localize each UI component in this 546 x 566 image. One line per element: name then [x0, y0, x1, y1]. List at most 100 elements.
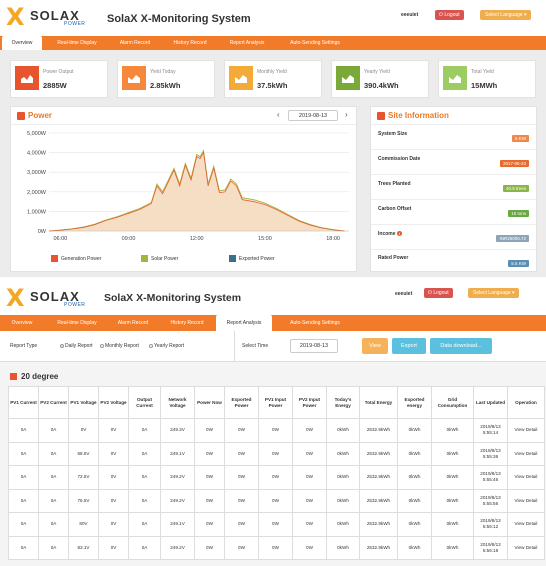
logout-label: Logout — [433, 290, 449, 296]
table-cell: 0W — [194, 441, 225, 466]
card-total-yield: Total Yield 15MWh — [438, 60, 536, 98]
tab-history-record[interactable]: History Record — [166, 36, 214, 50]
table-cell: 0A — [8, 441, 39, 466]
table-cell: 0A — [128, 512, 161, 537]
table-cell: 0W — [224, 512, 259, 537]
radio-monthly-report[interactable]: Monthly Report — [100, 343, 139, 349]
export-button[interactable]: Export — [392, 338, 426, 354]
table-cell: 83.1V — [68, 535, 99, 560]
radio-daily-report[interactable]: Daily Report — [60, 343, 93, 349]
col-header: PV2 Input Power — [292, 386, 327, 419]
table-cell: 0W — [194, 535, 225, 560]
table-cell: 0A — [128, 441, 161, 466]
tab-realtime-display[interactable]: Real-time Display — [48, 315, 106, 331]
solax-logo: X SOLAX POWER — [6, 285, 94, 313]
table-cell: 0A — [38, 465, 69, 490]
tab-overview[interactable]: Overview — [2, 315, 42, 331]
report-title: 20 degree — [10, 372, 58, 381]
site-info-key: System Size — [378, 131, 408, 137]
table-cell: 0kWh — [326, 512, 360, 537]
radio-dot — [149, 343, 153, 348]
site-info-row: Carbon Offset 15 tons — [371, 200, 536, 225]
card-label: Yield Today — [150, 69, 176, 75]
site-info-badge: 2017-05-23 — [499, 160, 529, 167]
report-date-input[interactable]: 2019-08-13 — [290, 339, 338, 353]
view-detail-link[interactable]: View Detail — [507, 441, 545, 466]
view-detail-link[interactable]: View Detail — [507, 465, 545, 490]
table-cell: 0kWh — [397, 418, 432, 443]
view-detail-link[interactable]: View Detail — [507, 512, 545, 537]
language-label: Select Language — [473, 290, 511, 296]
language-select-button[interactable]: Select Language ▾ — [468, 288, 520, 298]
table-cell: 0A — [38, 535, 69, 560]
x-tick-label: 12:00 — [190, 236, 204, 242]
chevron-left-icon[interactable]: ‹ — [277, 110, 280, 119]
radio-label: Daily Report — [65, 343, 93, 349]
table-cell: 0W — [224, 465, 259, 490]
report-screen: X SOLAX POWER SolaX X-Monitoring System … — [0, 281, 546, 566]
table-cell: 2532.9kWh — [359, 418, 398, 443]
table-cell: 2532.9kWh — [359, 465, 398, 490]
header: X SOLAX POWER SolaX X-Monitoring System … — [0, 0, 546, 36]
table-cell: 0W — [258, 465, 293, 490]
table-cell: 0kWh — [431, 465, 474, 490]
table-cell: 0W — [194, 488, 225, 513]
tab-overview[interactable]: Overview — [2, 36, 42, 50]
table-cell: 0W — [258, 535, 293, 560]
report-filter-bar: Report Type Daily Report Monthly Report … — [0, 331, 546, 362]
legend-swatch — [141, 255, 148, 262]
legend-generation-power[interactable]: Generation Power — [51, 255, 101, 262]
radio-label: Monthly Report — [105, 343, 139, 349]
info-icon[interactable]: i — [396, 231, 402, 236]
tab-history-record[interactable]: History Record — [163, 315, 211, 331]
table-cell: 0kWh — [326, 465, 360, 490]
logout-button[interactable]: ⏻ Logout — [435, 10, 464, 20]
tab-auto-sending-settings[interactable]: Auto-Sending Settings — [280, 315, 350, 331]
x-tick-label: 09:00 — [122, 236, 136, 242]
tab-auto-sending-settings[interactable]: Auto-Sending Settings — [280, 36, 350, 50]
card-value: 15MWh — [471, 81, 498, 90]
y-tick-label: 4,000W — [27, 151, 47, 157]
site-info-key: Commission Date — [378, 156, 421, 162]
logout-button[interactable]: ⏻ Logout — [424, 288, 453, 298]
chevron-right-icon[interactable]: › — [345, 110, 348, 119]
username: eeeuiet — [401, 12, 419, 18]
power-panel: Power ‹ 2019-08-13 › 0W 1,000W 2,000W 3,000… — [10, 106, 357, 272]
col-header: Operation — [507, 386, 545, 419]
solax-logo: X SOLAX POWER — [6, 4, 94, 32]
table-cell: 0W — [292, 512, 327, 537]
table-row: 0A 0A 0V 0V 0A 249.3V 0W 0W 0W 0W 0kWh 2532.9kWh 0kW… — [8, 418, 545, 443]
power-date-input[interactable]: 2019-08-13 — [288, 110, 338, 121]
y-tick-label: 1,000W — [27, 209, 47, 215]
legend-solar-power[interactable]: Solar Power — [141, 255, 178, 262]
radio-yearly-report[interactable]: Yearly Report — [149, 343, 184, 349]
tab-alarm-record[interactable]: Alarm Record — [110, 315, 156, 331]
tab-realtime-display[interactable]: Real-time Display — [48, 36, 106, 50]
tab-report-analysis[interactable]: Report Analysis — [222, 36, 272, 50]
table-cell: 0V — [98, 488, 129, 513]
calendar-icon — [10, 373, 17, 381]
table-cell: 2019/8/13 5:56:12 — [473, 512, 508, 537]
data-download-button[interactable]: Data download... — [430, 338, 492, 354]
table-cell: 2019/8/13 5:55:46 — [473, 465, 508, 490]
tab-report-analysis[interactable]: Report Analysis — [216, 315, 272, 331]
table-cell: 72.5V — [68, 465, 99, 490]
site-info-badge: 15 tons — [508, 210, 529, 217]
overview-screen: X SOLAX POWER SolaX X-Monitoring System … — [0, 0, 546, 277]
card-yield-today: Yield Today 2.85kWh — [117, 60, 215, 98]
view-detail-link[interactable]: View Detail — [507, 535, 545, 560]
language-select-button[interactable]: Select Language ▾ — [480, 10, 532, 20]
card-yearly-yield: Yearly Yield 390.4kWh — [331, 60, 429, 98]
site-info-row: Commission Date 2017-05-23 — [371, 150, 536, 175]
power-chart: 0W 1,000W 2,000W 3,000W 4,000W 5,000W 06:00 09:… — [27, 131, 349, 242]
table-cell: 0V — [98, 465, 129, 490]
view-detail-link[interactable]: View Detail — [507, 488, 545, 513]
table-cell: 80V — [68, 512, 99, 537]
chevron-down-icon: ▾ — [511, 290, 515, 296]
view-detail-link[interactable]: View Detail — [507, 418, 545, 443]
legend-swatch — [51, 255, 58, 262]
power-icon: ⏻ — [428, 290, 432, 296]
view-button[interactable]: View — [362, 338, 388, 354]
tab-alarm-record[interactable]: Alarm Record — [112, 36, 158, 50]
legend-exported-power[interactable]: Exported Power — [229, 255, 275, 262]
